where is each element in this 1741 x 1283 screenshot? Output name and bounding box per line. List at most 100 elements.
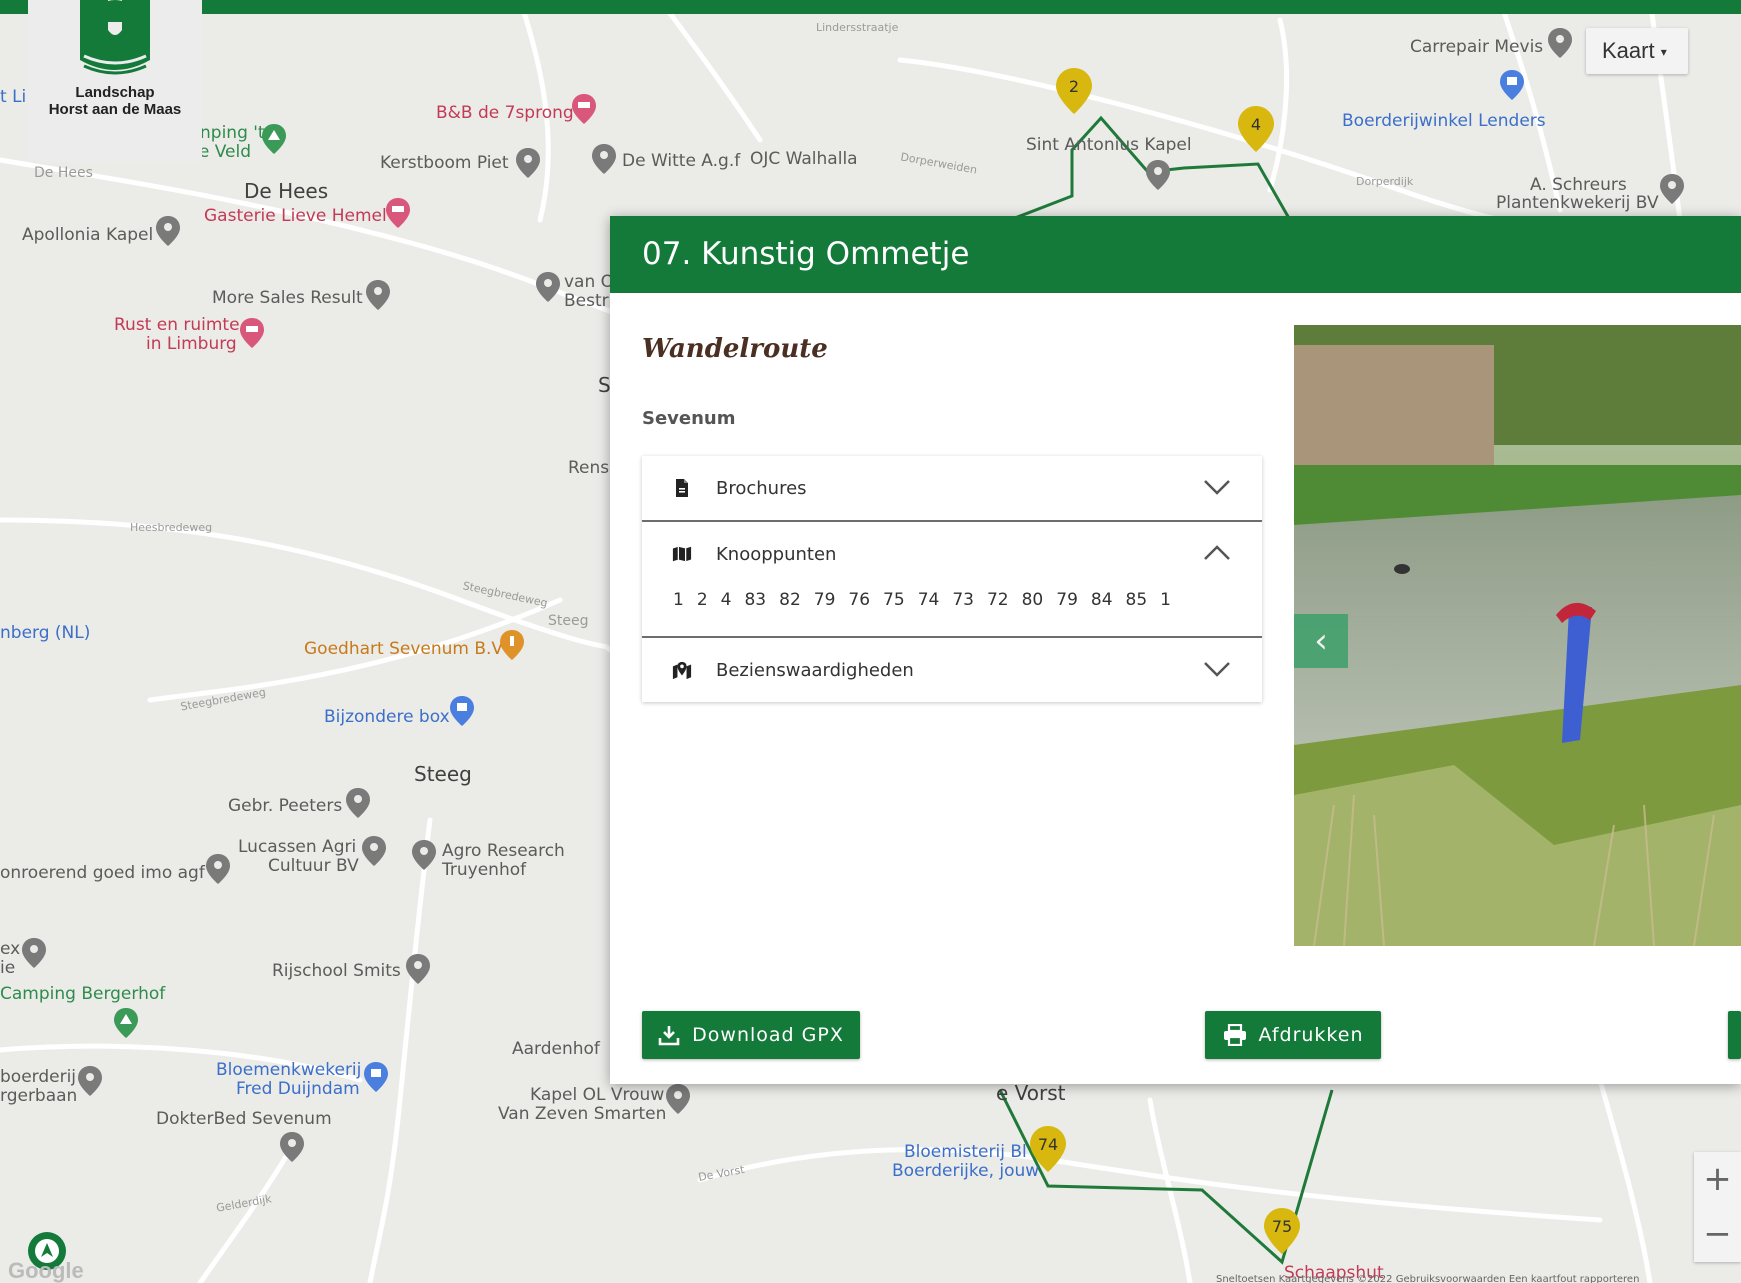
chevron-down-icon xyxy=(1204,662,1230,677)
road-label: Heesbredeweg xyxy=(130,521,213,534)
camping-pin-icon[interactable] xyxy=(114,1008,138,1038)
map-pin-icon[interactable] xyxy=(346,788,370,818)
map-pin-icon[interactable] xyxy=(412,840,436,870)
knooppunt: 1 xyxy=(673,590,684,610)
photo-prev-button[interactable]: ‹ xyxy=(1294,614,1348,668)
knooppunt: 4 xyxy=(720,590,732,610)
hotel-pin-icon[interactable] xyxy=(240,318,264,348)
road-label: Lindersstraatje xyxy=(816,21,899,34)
place-label: van O xyxy=(564,272,615,292)
print-button[interactable]: Afdrukken xyxy=(1205,1011,1381,1059)
route-detail-panel: 07. Kunstig Ommetje Wandelroute Sevenum … xyxy=(610,216,1741,1084)
hotel-pin-icon[interactable] xyxy=(386,198,410,228)
place-label: Goedhart Sevenum B.V xyxy=(304,639,504,659)
route-photo[interactable] xyxy=(1294,325,1741,946)
knooppunt: 76 xyxy=(848,590,871,610)
knooppunt: 2 xyxy=(696,590,708,610)
zoom-control: + − xyxy=(1694,1152,1741,1262)
route-marker-icon[interactable]: 74 xyxy=(1030,1126,1066,1172)
print-label: Afdrukken xyxy=(1258,1024,1364,1046)
map-pin-icon[interactable] xyxy=(22,938,46,968)
zoom-in-button[interactable]: + xyxy=(1694,1152,1741,1207)
map-pin-icon[interactable] xyxy=(206,854,230,884)
map-pin-icon[interactable] xyxy=(280,1132,304,1162)
place-label: Boerderijke, jouw xyxy=(892,1161,1040,1181)
road-label: Dorperdijk xyxy=(1356,175,1414,188)
road-label: De Hees xyxy=(34,165,93,181)
place-label: Bloemisterij Bl xyxy=(904,1142,1027,1162)
hotel-pin-icon[interactable] xyxy=(572,94,596,124)
zoom-out-button[interactable]: − xyxy=(1694,1207,1741,1262)
place-label: DokterBed Sevenum xyxy=(156,1109,332,1129)
map-pin-icon[interactable] xyxy=(1660,174,1684,204)
knooppunt: 79 xyxy=(1056,590,1078,610)
map-footer: Sneltoetsen Kaartgegevens ©2022 Gebruiks… xyxy=(1216,1274,1640,1283)
shop-pin-icon[interactable] xyxy=(364,1062,388,1092)
place-label: Van Zeven Smarten xyxy=(498,1104,667,1124)
place-label: Bloemenkwekerij xyxy=(216,1060,362,1080)
map-pin-icon[interactable] xyxy=(516,148,540,178)
knooppunt: 82 xyxy=(779,590,801,610)
download-gpx-button[interactable]: Download GPX xyxy=(642,1011,860,1059)
place-label: De Hees xyxy=(244,179,329,203)
place-label: in Limburg xyxy=(146,334,237,354)
map-pin-icon[interactable] xyxy=(1548,28,1572,58)
knooppunten-list: 1 2 4 83 82 79 76 75 74 73 72 80 79 84 85 1 xyxy=(642,586,1262,636)
restaurant-pin-icon[interactable] xyxy=(500,630,524,660)
knooppunt: 73 xyxy=(952,590,974,610)
map-pin-icon[interactable] xyxy=(362,836,386,866)
google-logo: Google xyxy=(8,1258,84,1283)
place-label: onroerend goed imo agf xyxy=(0,863,205,883)
route-marker-label: 4 xyxy=(1251,115,1261,134)
brand-logo[interactable]: Landschap Horst aan de Maas xyxy=(28,0,202,162)
place-label: Cultuur BV xyxy=(268,856,359,876)
place-label: Steeg xyxy=(414,762,472,786)
knooppunt: 83 xyxy=(744,590,767,610)
place-label: e Vorst xyxy=(996,1081,1066,1105)
place-label: Carrepair Mevis xyxy=(1410,37,1544,57)
map-type-dropdown[interactable]: Kaart ▾ xyxy=(1586,28,1688,74)
map-pin-icon[interactable] xyxy=(666,1084,690,1114)
place-label: Sint Antonius Kapel xyxy=(1026,135,1192,155)
map-pin-icon[interactable] xyxy=(406,954,430,984)
place-label: boerderij xyxy=(0,1067,77,1087)
place-label: Plantenkwekerij BV xyxy=(1496,193,1659,213)
place-label: Kapel OL Vrouw xyxy=(530,1085,665,1105)
accordion-header-knooppunten[interactable]: Knooppunten xyxy=(642,522,1262,586)
shop-pin-icon[interactable] xyxy=(1500,70,1524,100)
panel-title: 07. Kunstig Ommetje xyxy=(610,216,1741,293)
brand-line2: Horst aan de Maas xyxy=(48,101,182,118)
map-pin-icon[interactable] xyxy=(156,216,180,246)
place-label: S xyxy=(598,373,611,397)
route-marker-label: 75 xyxy=(1272,1217,1292,1236)
place-label: Boerderijwinkel Lenders xyxy=(1342,111,1546,131)
route-type: Wandelroute xyxy=(642,334,828,364)
map-icon xyxy=(672,546,692,562)
map-pin-icon[interactable] xyxy=(1146,160,1170,190)
map-pin-icon[interactable] xyxy=(592,144,616,174)
knooppunt: 74 xyxy=(917,590,940,610)
more-action-button[interactable] xyxy=(1728,1011,1741,1059)
route-marker-icon[interactable]: 4 xyxy=(1238,106,1274,152)
top-bar xyxy=(0,0,1741,14)
camping-pin-icon[interactable] xyxy=(262,124,286,154)
map-pin-icon[interactable] xyxy=(536,272,560,302)
place-label: Rijschool Smits xyxy=(272,961,401,981)
route-marker-icon[interactable]: 75 xyxy=(1264,1208,1300,1254)
route-marker-icon[interactable]: 2 xyxy=(1056,68,1092,114)
document-icon xyxy=(676,479,688,497)
map-pin-icon[interactable] xyxy=(78,1066,102,1096)
chevron-down-icon xyxy=(1204,480,1230,495)
route-marker-label: 74 xyxy=(1038,1135,1058,1154)
accordion-header-brochures[interactable]: Brochures xyxy=(642,456,1262,520)
place-label: Fred Duijndam xyxy=(236,1079,360,1099)
download-icon xyxy=(658,1026,680,1046)
accordion-header-bezienswaardigheden[interactable]: Bezienswaardigheden xyxy=(642,638,1262,702)
accordion-label: Knooppunten xyxy=(716,543,837,565)
info-accordion: Brochures Knooppunten 1 2 4 83 82 79 76 75 74 73 7… xyxy=(642,456,1262,702)
place-label: t Li xyxy=(0,87,27,107)
map-pin-icon[interactable] xyxy=(366,280,390,310)
place-label: OJC Walhalla xyxy=(750,149,858,169)
knooppunt: 80 xyxy=(1021,590,1044,610)
shop-pin-icon[interactable] xyxy=(450,696,474,726)
